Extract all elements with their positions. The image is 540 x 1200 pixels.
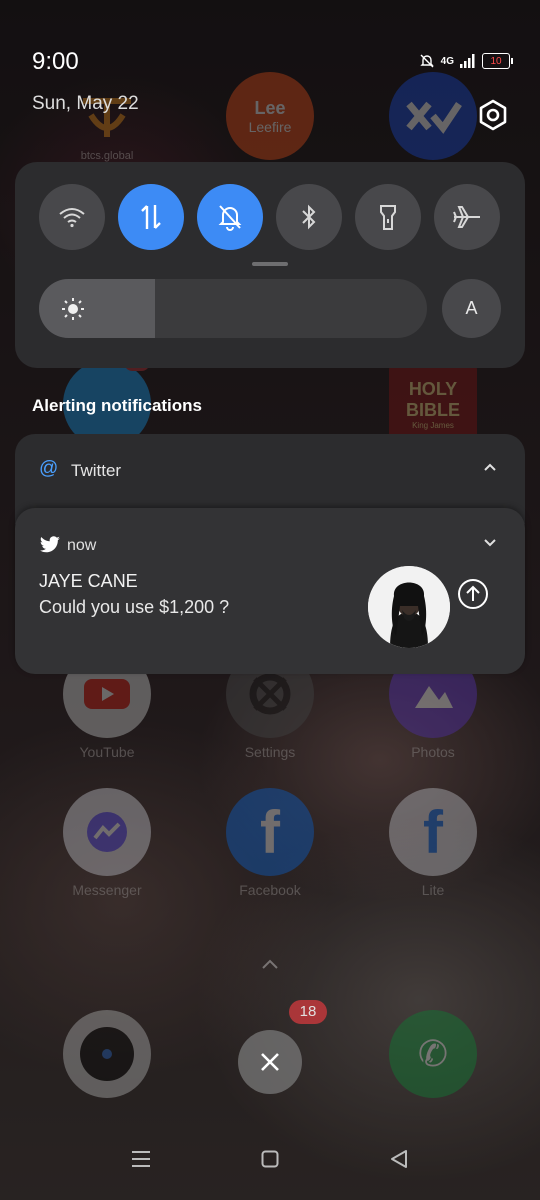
- silent-status-icon: [419, 54, 434, 68]
- quick-settings-panel: A: [15, 162, 525, 368]
- twitter-notification[interactable]: now JAYE CANE Could you use $1,200 ?: [15, 508, 525, 674]
- mobile-data-tile[interactable]: [118, 184, 184, 250]
- sender-avatar: [368, 566, 450, 648]
- brightness-icon: [62, 298, 84, 320]
- dock-badge: 18: [289, 1000, 327, 1024]
- home-square-icon: [261, 1150, 279, 1168]
- notification-sender: JAYE CANE: [39, 571, 138, 591]
- chevron-up-icon[interactable]: [483, 462, 497, 472]
- home-button[interactable]: [255, 1144, 285, 1174]
- brightness-slider[interactable]: [39, 279, 427, 338]
- date: Sun, May 22: [32, 93, 139, 114]
- brightness-fill: [39, 279, 156, 338]
- back-button[interactable]: [384, 1144, 414, 1174]
- status-icons: 4G 10: [419, 53, 513, 69]
- notification-message: Could you use $1,200 ?: [39, 597, 230, 617]
- chevron-up-icon: [262, 959, 278, 969]
- signal-icon: [460, 54, 475, 68]
- flashlight-icon: [380, 205, 396, 230]
- twitter-bird-icon: [40, 536, 60, 553]
- bluetooth-icon: [302, 204, 316, 230]
- clear-all-button[interactable]: [238, 1030, 302, 1094]
- settings-gear-icon[interactable]: [476, 98, 510, 132]
- wifi-icon: [59, 208, 85, 228]
- wifi-tile[interactable]: [39, 184, 105, 250]
- airplane-icon: [453, 206, 480, 228]
- panel-drag-handle[interactable]: [252, 262, 288, 266]
- at-icon: @: [39, 458, 59, 479]
- battery-icon: 10: [482, 53, 513, 69]
- chevron-down-icon[interactable]: [483, 538, 497, 548]
- menu-icon: [132, 1151, 150, 1167]
- clock: 9:00: [32, 48, 79, 75]
- network-type: 4G: [440, 55, 454, 67]
- mobile-data-icon: [141, 205, 161, 229]
- bluetooth-tile[interactable]: [276, 184, 342, 250]
- notification-time: now: [67, 537, 97, 554]
- airplane-mode-tile[interactable]: [434, 184, 500, 250]
- bell-off-icon: [218, 205, 242, 231]
- close-icon: [261, 1053, 279, 1071]
- group-app-name: Twitter: [71, 461, 122, 480]
- recents-button[interactable]: [126, 1144, 156, 1174]
- silent-tile[interactable]: [197, 184, 263, 250]
- section-title: Alerting notifications: [32, 396, 202, 415]
- auto-brightness-button[interactable]: A: [442, 279, 501, 338]
- back-triangle-icon: [391, 1150, 407, 1168]
- navigation-bar: [0, 1134, 540, 1184]
- reply-arrow-icon[interactable]: [457, 578, 489, 610]
- flashlight-tile[interactable]: [355, 184, 421, 250]
